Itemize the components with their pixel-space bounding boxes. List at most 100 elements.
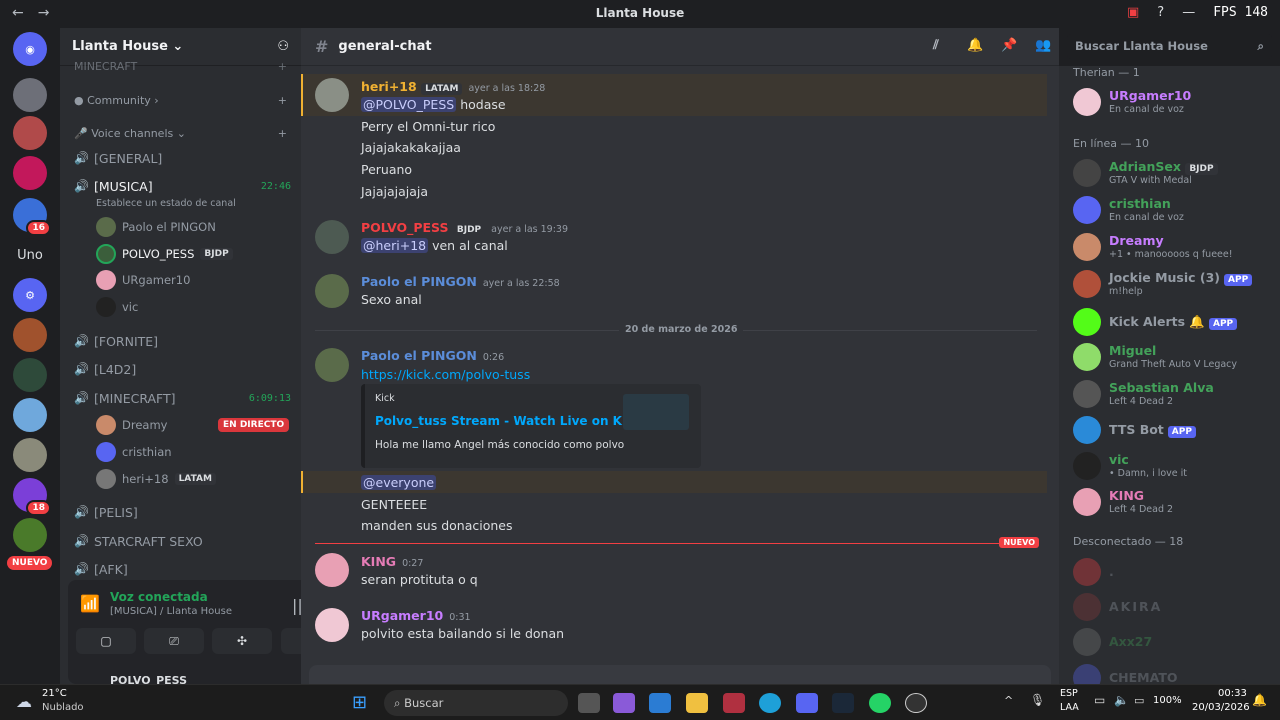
embed-title[interactable]: Polvo_tuss Stream - Watch Live on Kick <box>375 414 641 428</box>
server-uno[interactable]: Uno <box>13 238 47 272</box>
camera-off-button[interactable]: ▢ <box>76 628 136 654</box>
message-author[interactable]: KING 0:27 <box>361 554 423 569</box>
folder-icon[interactable] <box>686 693 708 713</box>
embed-thumbnail[interactable] <box>623 394 689 430</box>
windows-start-icon[interactable]: ⊞ <box>352 692 367 713</box>
discord-icon[interactable] <box>796 693 818 713</box>
voice-channel[interactable]: 🔊 [PELIS] <box>74 500 291 524</box>
copilot-icon[interactable] <box>613 693 635 713</box>
store-icon[interactable] <box>649 693 671 713</box>
voice-user[interactable]: POLVO_PESS BJDP <box>96 243 233 265</box>
message-input[interactable] <box>309 665 1051 685</box>
server-icon[interactable]: 16 <box>13 198 51 236</box>
taskbar-search[interactable]: ⌕ Buscar <box>384 690 568 716</box>
avatar[interactable] <box>315 608 349 642</box>
voice-channel[interactable]: 🔊 [MINECRAFT] 6:09:13 <box>74 386 291 410</box>
server-icon[interactable] <box>13 398 47 432</box>
pin-icon[interactable]: 📌 <box>1001 38 1017 53</box>
network-icon[interactable]: ▭ <box>1094 693 1105 707</box>
server-icon[interactable] <box>13 156 47 190</box>
voice-channel[interactable]: 🔊 [AFK] <box>74 557 291 581</box>
edge-icon[interactable] <box>759 693 781 713</box>
server-icon[interactable]: 18 <box>13 478 51 516</box>
avatar[interactable] <box>315 348 349 382</box>
category-minecraft[interactable]: MINECRAFT <box>74 60 137 73</box>
add-icon[interactable]: + <box>278 60 287 73</box>
bell-icon[interactable]: 🔔 <box>967 38 983 53</box>
obs-icon[interactable] <box>905 693 927 713</box>
keyboard-layout[interactable]: LAA <box>1060 702 1079 713</box>
member-item[interactable]: TTS Bot APP <box>1073 414 1273 446</box>
member-item[interactable]: URgamer10 En canal de voz <box>1073 86 1273 118</box>
tray-chevron-icon[interactable]: ^ <box>1004 694 1013 707</box>
mic-icon[interactable]: 🎙 <box>1030 693 1045 707</box>
server-icon[interactable] <box>13 438 47 472</box>
member-item[interactable]: KING Left 4 Dead 2 <box>1073 486 1273 518</box>
inbox-icon[interactable]: ▣ <box>1127 5 1139 20</box>
clock-time[interactable]: 00:33 <box>1218 688 1247 699</box>
server-icon[interactable] <box>13 358 47 392</box>
category-community[interactable]: Community <box>87 94 151 107</box>
voice-channel[interactable]: 🔊 STARCRAFT SEXO <box>74 529 291 553</box>
voice-user[interactable]: Paolo el PINGON <box>96 216 216 238</box>
whatsapp-icon[interactable] <box>869 693 891 713</box>
voice-channel[interactable]: 🔊 [FORNITE] <box>74 329 291 353</box>
member-item[interactable]: . <box>1073 556 1273 588</box>
avatar[interactable] <box>315 78 349 112</box>
member-item[interactable]: Sebastian Alva Left 4 Dead 2 <box>1073 378 1273 410</box>
member-item[interactable]: vic • Damn, i love it <box>1073 450 1273 482</box>
screen-share-button[interactable]: ⎚ <box>144 628 204 654</box>
message-author[interactable]: URgamer10 0:31 <box>361 608 471 623</box>
message-link[interactable]: https://kick.com/polvo-tuss <box>361 367 530 382</box>
app-icon[interactable] <box>723 693 745 713</box>
voice-location[interactable]: [MUSICA] / Llanta House <box>110 606 232 617</box>
message-author[interactable]: heri+18 LATAM ayer a las 18:28 <box>361 79 545 95</box>
member-item[interactable]: Miguel Grand Theft Auto V Legacy <box>1073 341 1273 373</box>
language[interactable]: ESP <box>1060 688 1078 699</box>
voice-status[interactable]: Voz conectada <box>110 590 208 604</box>
task-view-icon[interactable] <box>578 693 600 713</box>
member-item[interactable]: Axx27 <box>1073 626 1273 658</box>
voice-user[interactable]: URgamer10 <box>96 269 190 291</box>
steam-icon[interactable] <box>832 693 854 713</box>
category-voice[interactable]: Voice channels <box>91 127 173 140</box>
minimize-icon[interactable]: — <box>1182 5 1195 20</box>
volume-icon[interactable]: 🔈 <box>1114 693 1129 707</box>
channel-status[interactable]: Establece un estado de canal <box>96 198 236 209</box>
avatar[interactable] <box>315 553 349 587</box>
member-item[interactable]: cristhian En canal de voz <box>1073 194 1273 226</box>
clock-date[interactable]: 20/03/2026 <box>1192 702 1250 713</box>
activities-button[interactable]: ✣ <box>212 628 272 654</box>
member-item[interactable]: AdrianSex BJDP GTA V with Medal <box>1073 157 1273 189</box>
threads-icon[interactable]: ⫽ <box>933 38 939 53</box>
weather-temp[interactable]: 21°C <box>42 688 67 699</box>
voice-user[interactable]: Dreamy <box>96 414 167 436</box>
search-input[interactable]: Buscar Llanta House ⌕ <box>1067 34 1272 59</box>
voice-user[interactable]: heri+18 LATAM <box>96 468 216 490</box>
help-icon[interactable]: ? <box>1157 5 1164 20</box>
message-author[interactable]: Paolo el PINGON ayer a las 22:58 <box>361 274 560 289</box>
weather-label[interactable]: Nublado <box>42 702 84 713</box>
server-icon[interactable] <box>13 518 47 552</box>
member-item[interactable]: AKIRA <box>1073 591 1273 623</box>
voice-user[interactable]: cristhian <box>96 441 172 463</box>
voice-channel-active[interactable]: 🔊 [MUSICA] 22:46 <box>74 174 291 198</box>
avatar[interactable] <box>315 220 349 254</box>
voice-user[interactable]: vic <box>96 296 138 318</box>
settings-server-icon[interactable]: ⚙ <box>13 278 47 312</box>
message-author[interactable]: Paolo el PINGON 0:26 <box>361 348 504 363</box>
discord-home-icon[interactable]: ◉ <box>13 32 47 66</box>
server-icon[interactable] <box>13 78 47 112</box>
battery-level[interactable]: 100% <box>1153 695 1182 706</box>
battery-icon[interactable]: ▭ <box>1134 694 1144 707</box>
server-icon[interactable] <box>13 318 47 352</box>
server-icon[interactable] <box>13 116 47 150</box>
notification-icon[interactable]: 🔔 <box>1252 693 1267 707</box>
member-item[interactable]: Kick Alerts 🔔 APP <box>1073 306 1273 338</box>
message-author[interactable]: POLVO_PESS BJDP ayer a las 19:39 <box>361 220 568 236</box>
members-icon[interactable]: 👥 <box>1035 38 1051 53</box>
voice-channel[interactable]: 🔊 [GENERAL] <box>74 146 291 170</box>
member-item[interactable]: Dreamy +1 • manooooos q fueee! <box>1073 231 1273 263</box>
voice-channel[interactable]: 🔊 [L4D2] <box>74 357 291 381</box>
add-icon[interactable]: + <box>278 94 287 107</box>
